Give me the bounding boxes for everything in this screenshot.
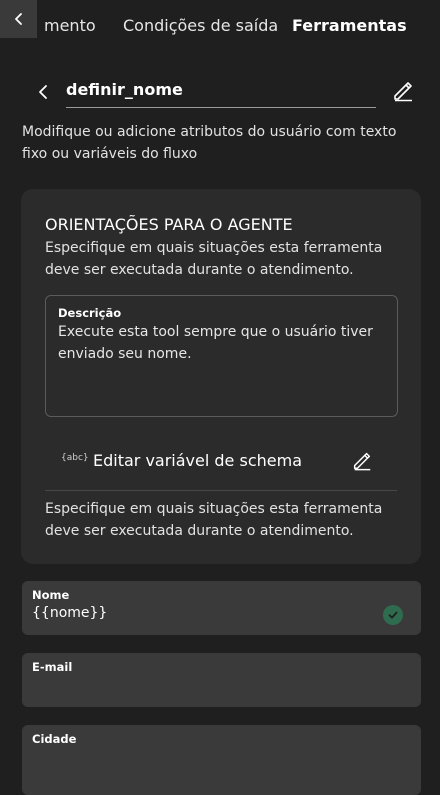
textarea-label: Descrição (58, 306, 122, 320)
tab-bar: mento Condições de saída Ferramentas (0, 0, 440, 52)
schema-label: Editar variável de schema (93, 451, 302, 470)
city-field[interactable]: Cidade (22, 725, 421, 795)
tool-name-row: definir_nome (28, 78, 418, 112)
chevron-left-icon (14, 13, 22, 25)
card-divider (45, 490, 397, 491)
back-button[interactable] (0, 0, 37, 38)
tab-exit-conditions[interactable]: Condições de saída (123, 16, 278, 35)
field-value[interactable]: {{nome}} (32, 605, 107, 621)
name-field[interactable]: Nome {{nome}} (22, 581, 421, 635)
pencil-icon[interactable] (351, 449, 373, 471)
card-subtitle: Especifique em quais situações esta ferr… (45, 240, 383, 278)
abc-variable-icon: {abc} (61, 453, 89, 463)
description-textarea[interactable]: Descrição Execute esta tool sempre que o… (45, 295, 398, 417)
textarea-value[interactable]: Execute esta tool sempre que o usuário t… (58, 321, 393, 365)
tab-tools[interactable]: Ferramentas (292, 16, 407, 35)
field-label: Nome (32, 588, 70, 602)
chevron-left-icon[interactable] (34, 82, 54, 102)
field-label: E-mail (32, 660, 73, 674)
tool-name[interactable]: definir_nome (66, 80, 183, 99)
card-footer-text: Especifique em quais situações esta ferr… (45, 501, 383, 539)
tab-partial[interactable]: mento (44, 16, 96, 35)
name-underline (66, 107, 376, 108)
field-label: Cidade (32, 732, 77, 746)
agent-guidelines-card: ORIENTAÇÕES PARA O AGENTE Especifique em… (21, 189, 421, 564)
tool-description: Modifique ou adicione atributos do usuár… (22, 124, 397, 162)
card-title: ORIENTAÇÕES PARA O AGENTE (45, 215, 293, 234)
pencil-icon[interactable] (391, 78, 415, 102)
edit-schema-variable-button[interactable]: {abc} Editar variável de schema (61, 447, 401, 477)
email-field[interactable]: E-mail (22, 653, 421, 707)
check-circle-icon (383, 605, 403, 625)
